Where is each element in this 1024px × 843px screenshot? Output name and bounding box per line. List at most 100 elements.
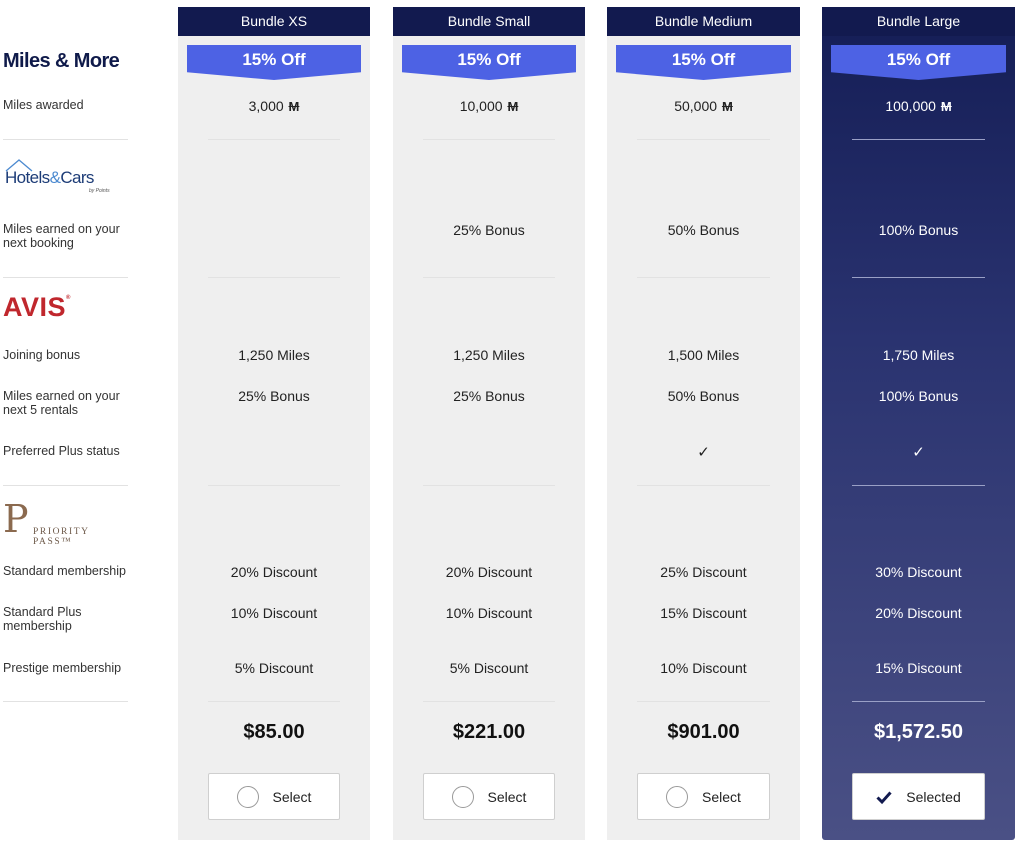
divider xyxy=(852,277,985,278)
divider xyxy=(3,701,128,702)
divider xyxy=(637,485,770,486)
divider xyxy=(637,277,770,278)
logo-ampersand: & xyxy=(49,168,61,187)
label-miles-next-booking: Miles earned on your next booking xyxy=(3,222,120,250)
feature-labels-column: Miles & More Miles awarded Hotels&Cars b… xyxy=(0,0,130,843)
avis-rentals-bonus-value: 50% Bonus xyxy=(667,388,740,404)
logo-by-points: by Points xyxy=(89,188,110,194)
divider xyxy=(852,485,985,486)
avis-joining-bonus-value: 1,750 Miles xyxy=(882,347,955,363)
miles-awarded-value: 3,000 M xyxy=(178,98,370,114)
discount-badge: 15% Off xyxy=(831,45,1006,80)
priority-pass-logo: P PRIORITY PASS™ xyxy=(3,497,131,547)
avis-rentals-bonus-value: 100% Bonus xyxy=(878,388,959,404)
select-bundle-button[interactable]: Select xyxy=(423,773,555,820)
pp-standard-value: 20% Discount xyxy=(230,564,318,580)
avis-joining-bonus-value: 1,250 Miles xyxy=(453,347,525,363)
miles-amount: 50,000 xyxy=(674,98,718,114)
avis-rentals-bonus-value: 25% Bonus xyxy=(453,388,525,404)
select-button-label: Select xyxy=(487,788,527,805)
avis-logo: AVIS® xyxy=(3,292,71,323)
bundle-price: $1,572.50 xyxy=(874,721,963,743)
checkmark-icon xyxy=(876,790,892,804)
miles-awarded-value: 50,000 M xyxy=(607,98,800,114)
registered-mark: ® xyxy=(66,295,71,301)
divider xyxy=(423,701,555,702)
divider xyxy=(852,139,985,140)
bundle-column-2[interactable]: Bundle Medium 15% Off 50,000 M 50% Bonus… xyxy=(607,7,800,840)
divider xyxy=(423,139,555,140)
label-miles-next-rentals: Miles earned on your next 5 rentals xyxy=(3,389,120,417)
bundle-name: Bundle Small xyxy=(393,7,585,36)
miles-currency-icon: M xyxy=(507,99,519,114)
radio-circle-icon xyxy=(451,785,474,808)
miles-currency-icon: M xyxy=(940,99,952,114)
select-bundle-button[interactable]: Select xyxy=(637,773,770,820)
bundle-column-0[interactable]: Bundle XS 15% Off 3,000 M 1,250 Miles 25… xyxy=(178,7,370,840)
divider xyxy=(3,485,128,486)
label-standard-plus-membership: Standard Plus membership xyxy=(3,605,82,633)
select-bundle-button[interactable]: Select xyxy=(208,773,340,820)
miles-currency-icon: M xyxy=(721,99,733,114)
label-preferred-plus: Preferred Plus status xyxy=(3,444,120,458)
bundle-name: Bundle XS xyxy=(178,7,370,36)
divider xyxy=(852,701,985,702)
select-bundle-button[interactable]: Selected xyxy=(852,773,985,820)
select-button-label: Select xyxy=(702,788,741,805)
priority-pass-name: PRIORITY PASS™ xyxy=(33,527,90,547)
pp-prestige-value: 15% Discount xyxy=(875,660,962,676)
divider xyxy=(637,139,770,140)
pp-prestige-value: 5% Discount xyxy=(234,660,314,676)
select-button-label: Selected xyxy=(906,788,961,805)
label-joining-bonus: Joining bonus xyxy=(3,348,81,362)
bundle-column-3[interactable]: Bundle Large 15% Off 100,000 M 100% Bonu… xyxy=(822,7,1015,840)
discount-badge: 15% Off xyxy=(187,45,361,80)
label-miles-awarded: Miles awarded xyxy=(3,98,84,112)
divider xyxy=(208,277,340,278)
bundle-name: Bundle Medium xyxy=(607,7,800,36)
discount-badge: 15% Off xyxy=(402,45,576,80)
divider xyxy=(637,701,770,702)
avis-joining-bonus-value: 1,500 Miles xyxy=(667,347,740,363)
logo-word-cars: Cars xyxy=(60,168,94,187)
pp-standard-value: 25% Discount xyxy=(660,564,747,580)
miles-currency-icon: M xyxy=(288,99,300,114)
hotel-bonus-value: 25% Bonus xyxy=(453,222,525,238)
preferred-plus-check-icon: ✓ xyxy=(912,444,925,461)
pp-prestige-value: 10% Discount xyxy=(660,660,747,676)
label-prestige-membership: Prestige membership xyxy=(3,661,122,675)
pp-standard-value: 20% Discount xyxy=(445,564,533,580)
pp-standard-plus-value: 15% Discount xyxy=(660,605,747,621)
preferred-plus-check-icon: ✓ xyxy=(697,444,710,461)
avis-rentals-bonus-value: 25% Bonus xyxy=(238,388,310,404)
pp-standard-value: 30% Discount xyxy=(875,564,962,580)
bundle-name: Bundle Large xyxy=(822,7,1015,36)
divider xyxy=(423,485,555,486)
divider xyxy=(423,277,555,278)
hotel-bonus-value: 100% Bonus xyxy=(878,222,959,238)
miles-awarded-value: 100,000 M xyxy=(822,98,1015,114)
radio-circle-icon xyxy=(236,785,259,808)
bundle-price: $221.00 xyxy=(452,721,526,743)
pp-standard-plus-value: 20% Discount xyxy=(875,605,962,621)
bundle-price: $901.00 xyxy=(667,721,740,743)
miles-amount: 100,000 xyxy=(885,98,936,114)
select-button-label: Select xyxy=(272,788,312,805)
divider xyxy=(208,485,340,486)
bundle-column-1[interactable]: Bundle Small 15% Off 10,000 M 25% Bonus … xyxy=(393,7,585,840)
avis-joining-bonus-value: 1,250 Miles xyxy=(238,347,310,363)
divider xyxy=(208,701,340,702)
bundle-price: $85.00 xyxy=(243,721,305,743)
divider xyxy=(3,277,128,278)
hotels-and-cars-logo: Hotels&Cars by Points xyxy=(3,158,123,198)
radio-circle-icon xyxy=(666,785,689,808)
discount-badge: 15% Off xyxy=(616,45,791,80)
pp-standard-plus-value: 10% Discount xyxy=(445,605,533,621)
miles-awarded-value: 10,000 M xyxy=(393,98,585,114)
divider xyxy=(3,139,128,140)
miles-amount: 3,000 xyxy=(248,98,284,114)
label-standard-membership: Standard membership xyxy=(3,564,126,578)
hotel-bonus-value: 50% Bonus xyxy=(667,222,740,238)
miles-and-more-logo: Miles & More xyxy=(3,50,120,72)
priority-pass-letter: P xyxy=(3,497,29,541)
